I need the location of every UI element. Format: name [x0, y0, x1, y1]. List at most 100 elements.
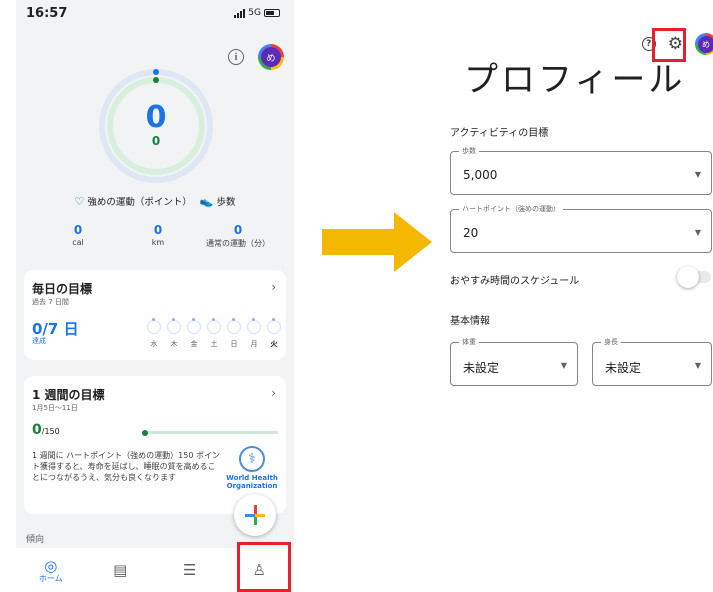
day-item: 土 [206, 318, 222, 349]
field-value: 未設定 [605, 361, 642, 375]
weekly-goal-value: 0/150 [32, 422, 60, 438]
network-label: 5G [248, 8, 261, 18]
day-label: 水 [150, 340, 158, 348]
daily-goal-card[interactable]: 毎日の目標 過去 7 日間 › 0/7 日 達成 水 木 金 土 日 月 火 [24, 270, 286, 360]
caret-down-icon: ▼ [694, 228, 701, 237]
who-emblem-icon: ⚕ [239, 446, 265, 472]
weekly-progress-bar [142, 429, 278, 436]
caret-down-icon: ▼ [694, 170, 701, 179]
day-label: 月 [250, 340, 258, 348]
daily-goal-subtitle: 過去 7 日間 [32, 298, 69, 306]
activity-rings[interactable]: 0 0 [98, 68, 214, 184]
avatar-initial: め [261, 47, 281, 67]
weekly-goal-card[interactable]: 1 週間の目標 1月5日～11日 › 0/150 1 週間に ハートポイント（強… [24, 376, 286, 514]
field-value: 5,000 [463, 168, 498, 182]
steps-goal-field[interactable]: 歩数 5,000 ▼ [450, 146, 712, 195]
metric-label: cal [72, 238, 84, 247]
day-item: 木 [166, 318, 182, 349]
metric-value: 0 [153, 223, 163, 237]
field-label: ハートポイント（強めの運動） [459, 204, 563, 214]
day-item: 水 [146, 318, 162, 349]
legend-steps-label: 歩数 [216, 197, 236, 208]
field-value: 未設定 [463, 361, 500, 375]
metric-label: 通常の運動（分） [206, 239, 270, 248]
battery-icon [264, 9, 280, 17]
arrow-right-icon [322, 212, 432, 272]
heart-points-goal-field[interactable]: ハートポイント（強めの運動） 20 ▼ [450, 204, 712, 253]
heart-points-value: 0 [145, 100, 167, 135]
caret-down-icon: ▼ [694, 361, 701, 370]
day-ring-icon [167, 318, 181, 334]
daily-goal-title: 毎日の目標 [32, 282, 93, 296]
weekly-points: 0 [32, 422, 42, 438]
day-ring-icon [187, 318, 201, 334]
clipboard-icon: ▤ [113, 561, 128, 579]
metric-label: km [151, 238, 165, 247]
day-item: 月 [246, 318, 262, 349]
steps-marker [153, 77, 159, 83]
day-label: 金 [190, 340, 198, 348]
status-indicators: 5G [234, 8, 280, 18]
activity-goals-heading: アクティビティの目標 [450, 128, 549, 139]
home-icon: ◎ [44, 556, 58, 575]
status-bar: 16:57 5G [16, 0, 294, 28]
height-field[interactable]: 身長 未設定 ▼ [592, 337, 712, 386]
weekly-goal-description: 1 週間に ハートポイント（強めの運動）150 ポイント獲得すると、寿命を延ばし… [32, 451, 220, 482]
day-label: 木 [170, 340, 178, 348]
field-value: 20 [463, 226, 479, 240]
fit-home-screen: 16:57 5G i め 0 0 ♡ 強めの運動（ポイント） 👟 歩数 0 cal … [16, 0, 294, 592]
nav-home-label: ホーム [38, 573, 63, 583]
bedtime-schedule-toggle[interactable] [677, 266, 711, 288]
signal-icon [234, 8, 246, 18]
day-ring-icon [247, 318, 261, 334]
nav-home[interactable]: ◎ ホーム [21, 557, 81, 584]
weekly-goal-title: 1 週間の目標 [32, 388, 105, 402]
weekly-goal-subtitle: 1月5日～11日 [32, 404, 78, 412]
metric-value: 0 [73, 223, 83, 237]
trends-heading: 傾向 [26, 535, 45, 545]
shoe-icon: 👟 [199, 194, 214, 208]
weekly-target: /150 [41, 427, 60, 436]
basic-info-heading: 基本情報 [450, 316, 490, 327]
chevron-right-icon: › [271, 280, 276, 294]
heart-icon: ♡ [74, 194, 85, 208]
field-label: 身長 [601, 337, 621, 347]
profile-screen: ? ⚙ め プロフィール アクティビティの目標 歩数 5,000 ▼ ハートポイ… [450, 0, 713, 592]
list-icon: ☰ [183, 561, 197, 579]
day-label: 土 [210, 340, 218, 348]
ring-legend: ♡ 強めの運動（ポイント） 👟 歩数 [16, 194, 294, 209]
who-logo: ⚕ World Health Organization [226, 446, 278, 490]
day-ring-icon [267, 318, 281, 334]
field-label: 体重 [459, 337, 479, 347]
field-label: 歩数 [459, 146, 479, 156]
metric-move-minutes: 0 通常の運動（分） [198, 223, 278, 249]
caret-down-icon: ▼ [560, 361, 567, 370]
plus-icon [245, 505, 265, 525]
legend-steps: 👟 歩数 [199, 194, 236, 209]
avatar[interactable]: め [695, 33, 713, 55]
nav-browse[interactable]: ☰ [160, 561, 220, 579]
info-icon[interactable]: i [228, 49, 244, 65]
nav-journal[interactable]: ▤ [90, 561, 150, 579]
chevron-right-icon: › [271, 386, 276, 400]
metrics-row: 0 cal 0 km 0 通常の運動（分） [38, 223, 278, 249]
day-ring-icon [147, 318, 161, 334]
day-label: 日 [230, 340, 238, 348]
status-time: 16:57 [26, 6, 68, 21]
avatar-initial: め [697, 35, 713, 53]
header-actions: i め [228, 44, 284, 70]
toggle-knob [677, 266, 699, 288]
day-item: 日 [226, 318, 242, 349]
steps-value: 0 [151, 134, 161, 148]
heart-points-marker [153, 69, 159, 75]
metric-calories: 0 cal [38, 223, 118, 249]
day-item: 火 [266, 318, 282, 349]
add-activity-button[interactable] [234, 494, 276, 536]
weight-field[interactable]: 体重 未設定 ▼ [450, 337, 578, 386]
day-ring-icon [207, 318, 221, 334]
legend-heart-label: 強めの運動（ポイント） [87, 197, 192, 208]
avatar[interactable]: め [258, 44, 284, 70]
bedtime-schedule-label: おやすみ時間のスケジュール [450, 276, 580, 287]
who-text: World Health Organization [226, 474, 278, 490]
day-rings: 水 木 金 土 日 月 火 [146, 318, 282, 349]
